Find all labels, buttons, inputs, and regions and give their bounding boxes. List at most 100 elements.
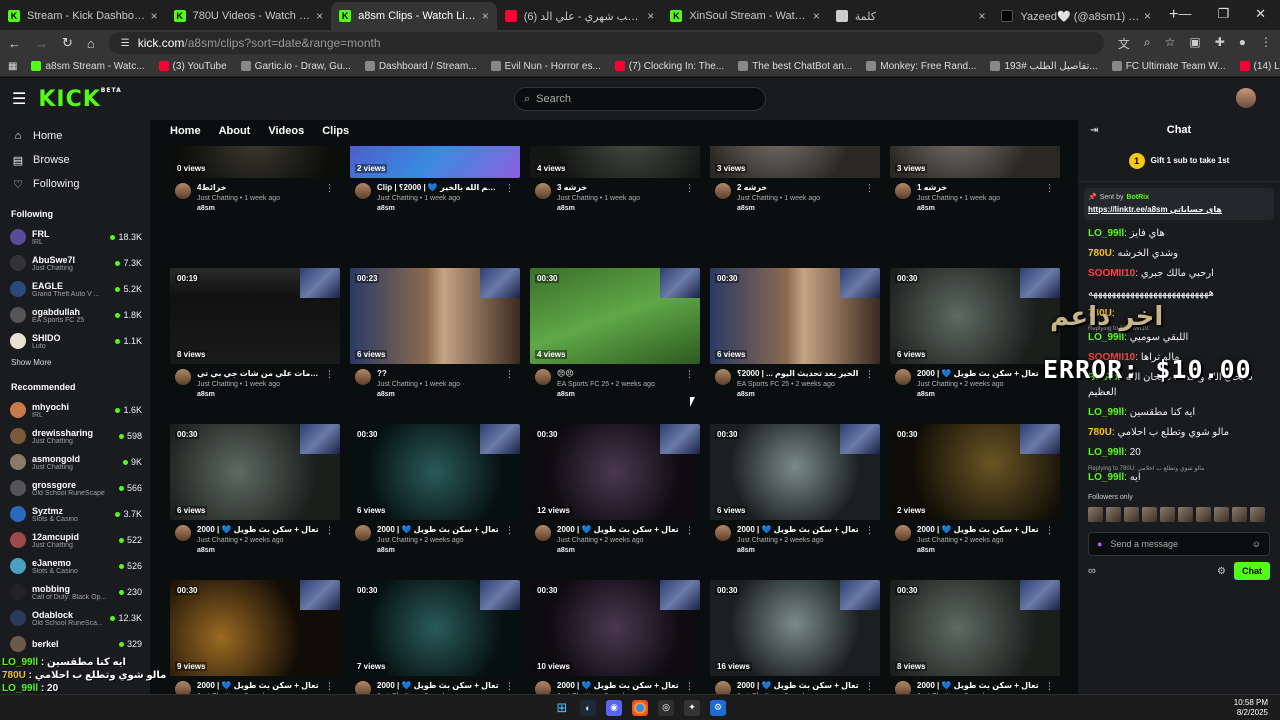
clip-thumbnail[interactable]: 00:30 6 views bbox=[350, 424, 520, 520]
clip-title[interactable]: 2000 | 💙 تعال + سكن بث طويل bbox=[377, 525, 499, 534]
clip-thumbnail[interactable]: 00:30 4 views bbox=[530, 268, 700, 364]
clip-title[interactable]: خرشه 2 bbox=[737, 183, 859, 192]
clip-card[interactable]: 00:309 views2000 | 💙 تعال + سكن بث طويلJ… bbox=[170, 580, 340, 694]
channel-avatar[interactable] bbox=[175, 183, 191, 199]
profile-icon[interactable]: ● bbox=[1239, 35, 1246, 52]
bookmark-item[interactable]: Evil Nun - Horror es... bbox=[490, 61, 601, 72]
clip-title[interactable]: خرشه 1 bbox=[917, 183, 1039, 192]
new-tab-icon[interactable]: + bbox=[1169, 6, 1178, 24]
bookmark-item[interactable]: Dashboard / Stream... bbox=[364, 61, 477, 72]
clip-title[interactable]: 2000 | 💙 تعال + سكن بث طويل bbox=[197, 525, 319, 534]
clip-title[interactable]: Clip | سبحكم الله بالخير 💙 | 2000؟ bbox=[377, 183, 499, 192]
close-tab-icon[interactable]: × bbox=[647, 9, 654, 23]
sidebar-channel[interactable]: eJanemo Slots & Casino 526 bbox=[0, 553, 150, 579]
translate-icon[interactable]: 文 bbox=[1118, 35, 1130, 52]
sidebar-channel[interactable]: EAGLE Grand Theft Auto V ... 5.2K bbox=[0, 276, 150, 302]
emote-item[interactable] bbox=[1214, 507, 1229, 522]
puzzle-icon[interactable]: ✚ bbox=[1215, 35, 1225, 52]
clip-card[interactable]: 00:30 6 views الخير بعد تحديث اليوم ... | … bbox=[710, 268, 880, 398]
bookmark-item[interactable]: Monkey: Free Rand... bbox=[866, 61, 976, 72]
clip-title[interactable]: 2000 | 💙 تعال + سكن بث طويل bbox=[917, 525, 1039, 534]
clip-channel[interactable]: a8sm bbox=[737, 391, 859, 398]
clip-thumbnail[interactable]: 00:19 8 views bbox=[170, 268, 340, 364]
pinned-link[interactable]: https://linktr.ee/a8sm هاي حساباتي bbox=[1088, 205, 1270, 214]
clip-card[interactable]: 2 views Clip | سبحكم الله بالخير 💙 | 2000… bbox=[350, 146, 520, 212]
mic-icon[interactable]: ● bbox=[1097, 539, 1102, 549]
address-bar[interactable]: ☰ kick.com/a8sm/clips?sort=date&range=mo… bbox=[108, 32, 1104, 54]
clip-title[interactable]: 😣😣 bbox=[557, 369, 679, 378]
clip-channel[interactable]: a8sm bbox=[737, 547, 859, 554]
clip-thumbnail[interactable]: 00:23 6 views bbox=[350, 268, 520, 364]
clip-card[interactable]: 00:30 6 views 2000 | 💙 تعال + سكن بث طويل J… bbox=[890, 268, 1060, 398]
clip-card[interactable]: 00:30 6 views 2000 | 💙 تعال + سكن بث طويل J… bbox=[710, 424, 880, 554]
clip-thumbnail[interactable]: 00:30 10 views bbox=[530, 580, 700, 676]
emote-item[interactable] bbox=[1160, 507, 1175, 522]
emote-item[interactable] bbox=[1106, 507, 1121, 522]
channel-avatar[interactable] bbox=[535, 369, 551, 385]
tab-clips[interactable]: Clips bbox=[322, 125, 349, 137]
close-tab-icon[interactable]: × bbox=[978, 9, 985, 23]
chat-username[interactable]: LO_99ll bbox=[1088, 447, 1124, 458]
kick-logo[interactable]: KICKBETA bbox=[38, 87, 121, 112]
chat-input[interactable]: ● Send a message ☺ bbox=[1088, 532, 1270, 556]
search-input[interactable]: ⌕ Search bbox=[514, 87, 766, 111]
clip-card[interactable]: 00:30 6 views 2000 | 💙 تعال + سكن بث طويل J… bbox=[170, 424, 340, 554]
more-options-icon[interactable]: ⋮ bbox=[1045, 525, 1060, 554]
channel-avatar[interactable] bbox=[175, 525, 191, 541]
clip-channel[interactable]: a8sm bbox=[557, 391, 679, 398]
chrome-icon[interactable] bbox=[632, 699, 648, 716]
sidebar-channel[interactable]: AbuSwe7l Just Chatting 7.3K bbox=[0, 250, 150, 276]
channel-avatar[interactable] bbox=[715, 525, 731, 541]
tab-videos[interactable]: Videos bbox=[268, 125, 304, 137]
clip-title[interactable]: خرائط4 bbox=[197, 183, 319, 192]
clip-channel[interactable]: a8sm bbox=[917, 205, 1039, 212]
system-clock[interactable]: 10:58 PM 8/2/2025 bbox=[1234, 698, 1268, 718]
channel-avatar[interactable] bbox=[175, 681, 191, 694]
bookmark-item[interactable]: a8sm Stream - Watc... bbox=[31, 61, 145, 72]
clip-thumbnail[interactable]: 00:30 12 views bbox=[530, 424, 700, 520]
extension-icon[interactable]: ▣ bbox=[1189, 35, 1200, 52]
home-icon[interactable]: ⌂ bbox=[87, 36, 95, 51]
clip-title[interactable]: 2000 | 💙 تعال + سكن بث طويل bbox=[737, 525, 859, 534]
gear-icon[interactable]: ⚙ bbox=[1217, 566, 1226, 577]
more-options-icon[interactable]: ⋮ bbox=[1045, 183, 1060, 212]
sidebar-channel[interactable]: Syztmz Slots & Casino 3.7K bbox=[0, 501, 150, 527]
more-options-icon[interactable]: ⋮ bbox=[865, 183, 880, 212]
clip-thumbnail[interactable]: 0 views bbox=[170, 146, 340, 178]
bookmark-item[interactable]: Gartic.io - Draw, Gu... bbox=[240, 61, 351, 72]
clip-title[interactable]: 2000 | 💙 تعال + سكن بث طويل bbox=[917, 681, 1039, 690]
chat-username[interactable]: 780U bbox=[1088, 427, 1112, 438]
sidebar-channel[interactable]: drewissharing Just Chatting 598 bbox=[0, 423, 150, 449]
gift-sub-bar[interactable]: 1 Gift 1 sub to take 1st bbox=[1078, 140, 1280, 182]
browser-tab[interactable]: K XinSoul Stream - Watch Live on × bbox=[662, 2, 828, 30]
channel-avatar[interactable] bbox=[715, 369, 731, 385]
infinity-icon[interactable]: ∞ bbox=[1088, 565, 1096, 577]
channel-avatar[interactable] bbox=[535, 525, 551, 541]
sidebar-nav-browse[interactable]: ▤ Browse bbox=[0, 148, 150, 172]
more-options-icon[interactable]: ⋮ bbox=[505, 369, 520, 398]
emote-item[interactable] bbox=[1178, 507, 1193, 522]
discord-icon[interactable]: ◉ bbox=[606, 699, 622, 716]
channel-avatar[interactable] bbox=[535, 681, 551, 694]
clip-card[interactable]: 00:30 12 views 2000 | 💙 تعال + سكن بث طويل… bbox=[530, 424, 700, 554]
sidebar-channel[interactable]: Odablock Old School RuneSca... 12.3K bbox=[0, 605, 150, 631]
tab-about[interactable]: About bbox=[219, 125, 251, 137]
browser-tab[interactable]: K Stream - Kick Dashboard × bbox=[0, 2, 166, 30]
browser-tab[interactable]: Ka8sm Clips - Watch Live on × bbox=[331, 2, 497, 30]
channel-avatar[interactable] bbox=[895, 525, 911, 541]
clip-thumbnail[interactable]: 00:30 6 views bbox=[170, 424, 340, 520]
clip-card[interactable]: 00:23 6 views?? Just Chatting • 1 week ago… bbox=[350, 268, 520, 398]
channel-avatar[interactable] bbox=[715, 183, 731, 199]
more-options-icon[interactable]: ⋮ bbox=[865, 681, 880, 694]
more-options-icon[interactable]: ⋮ bbox=[1045, 681, 1060, 694]
emote-item[interactable] bbox=[1124, 507, 1139, 522]
browser-tab[interactable]: كلمة × bbox=[828, 2, 994, 30]
bookmark-star-icon[interactable]: ☆ bbox=[1165, 35, 1176, 52]
clip-thumbnail[interactable]: 00:30 6 views bbox=[710, 424, 880, 520]
clip-card[interactable]: 00:307 views2000 | 💙 تعال + سكن بث طويلJ… bbox=[350, 580, 520, 694]
channel-avatar[interactable] bbox=[535, 183, 551, 199]
app-icon[interactable]: ✦ bbox=[684, 699, 700, 716]
more-options-icon[interactable]: ⋮ bbox=[505, 525, 520, 554]
channel-avatar[interactable] bbox=[175, 369, 191, 385]
clip-card[interactable]: 00:30 4 views 😣😣 EA Sports FC 25 • 2 weeks … bbox=[530, 268, 700, 398]
